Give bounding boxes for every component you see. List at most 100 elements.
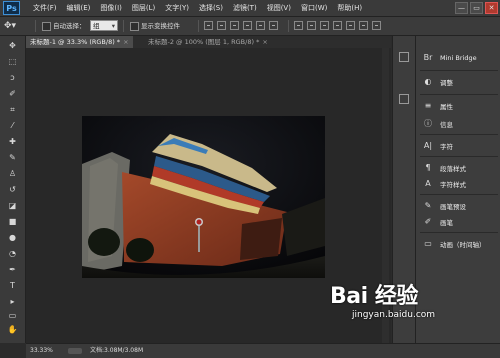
brush-presets-icon: ✎ (424, 201, 432, 210)
tab-label: 未标题-1 @ 33.3% (RGB/8) * (30, 38, 121, 46)
menu-filter[interactable]: 滤镜(T) (228, 0, 262, 16)
quick-select-tool-icon[interactable]: ✐ (6, 88, 19, 99)
distribute-hcenter-icon[interactable] (346, 21, 355, 30)
auto-select-checkbox[interactable] (42, 22, 51, 31)
menu-image[interactable]: 图像(I) (95, 0, 127, 16)
close-tab-icon[interactable]: × (262, 38, 267, 46)
options-bar: ✥▾ 自动选择： 组 显示变换控件 (0, 17, 500, 36)
properties-icon: ≡ (424, 101, 432, 110)
dodge-tool-icon[interactable]: ◔ (6, 248, 19, 259)
path-select-tool-icon[interactable]: ▸ (6, 296, 19, 307)
type-tool-icon[interactable]: T (6, 280, 19, 291)
panel-info[interactable]: ⓘ 信息 (416, 116, 500, 132)
tools-panel: ✥ ⬚ ↄ ✐ ⌗ ⁄ ✚ ✎ ♙ ↺ ◪ ■ ● ◔ ✒ T ▸ ▭ ✋ (0, 36, 26, 343)
panel-mini-bridge[interactable]: Br Mini Bridge (416, 50, 500, 66)
eraser-tool-icon[interactable]: ◪ (6, 200, 19, 211)
tab-document-1[interactable]: 未标题-1 @ 33.3% (RGB/8) * × (26, 36, 133, 48)
timeline-icon: ▭ (424, 239, 432, 248)
blur-tool-icon[interactable]: ● (6, 232, 19, 243)
document-size-info: 文档:3.08M/3.08M (90, 347, 144, 354)
move-tool-icon[interactable]: ✥ (6, 40, 19, 51)
menu-help[interactable]: 帮助(H) (332, 0, 367, 16)
distribute-bottom-icon[interactable] (320, 21, 329, 30)
auto-align-icon[interactable] (372, 21, 381, 30)
divider (420, 94, 498, 95)
divider (420, 134, 498, 135)
history-panel-icon[interactable] (399, 52, 409, 62)
close-tab-icon[interactable]: × (123, 38, 128, 46)
distribute-right-icon[interactable] (359, 21, 368, 30)
pen-tool-icon[interactable]: ✒ (6, 264, 19, 275)
distribute-buttons (294, 21, 381, 30)
align-left-icon[interactable] (243, 21, 252, 30)
lasso-tool-icon[interactable]: ↄ (6, 72, 19, 83)
swatches-panel-icon[interactable] (399, 94, 409, 104)
panel-label: 调整 (440, 79, 453, 87)
tab-label: 未标题-2 @ 100% (图层 1, RGB/8) * (148, 38, 260, 46)
panel-label: 信息 (440, 121, 453, 129)
panel-timeline[interactable]: ▭ 动画（时间轴） (416, 236, 500, 252)
brush-tool-icon[interactable]: ✎ (6, 152, 19, 163)
panel-label: 画笔 (440, 219, 453, 227)
close-button[interactable]: ✕ (485, 2, 498, 14)
brush-icon: ✐ (424, 217, 432, 226)
menu-type[interactable]: 文字(Y) (160, 0, 194, 16)
status-toggle[interactable] (68, 348, 82, 354)
document-image[interactable] (82, 116, 325, 278)
align-bottom-icon[interactable] (230, 21, 239, 30)
clone-stamp-tool-icon[interactable]: ♙ (6, 168, 19, 179)
align-hcenter-icon[interactable] (256, 21, 265, 30)
eyedropper-tool-icon[interactable]: ⁄ (6, 120, 19, 131)
character-icon: A| (423, 141, 433, 150)
panel-brush[interactable]: ✐ 画笔 (416, 214, 500, 230)
divider (420, 232, 498, 233)
show-transform-checkbox[interactable] (130, 22, 139, 31)
crop-tool-icon[interactable]: ⌗ (6, 104, 19, 115)
menu-view[interactable]: 视图(V) (262, 0, 296, 16)
panel-character-styles[interactable]: A 字符样式 (416, 176, 500, 192)
panel-properties[interactable]: ≡ 属性 (416, 98, 500, 114)
adjustments-icon: ◐ (424, 77, 432, 86)
show-transform-label: 显示变换控件 (141, 22, 180, 30)
restore-button[interactable]: ▭ (470, 2, 483, 14)
history-brush-tool-icon[interactable]: ↺ (6, 184, 19, 195)
panel-brush-presets[interactable]: ✎ 画笔预设 (416, 198, 500, 214)
panel-label: 段落样式 (440, 165, 466, 173)
menu-window[interactable]: 窗口(W) (296, 0, 332, 16)
zoom-level[interactable]: 33.33% (30, 346, 53, 356)
panel-paragraph-styles[interactable]: ¶ 段落样式 (416, 160, 500, 176)
menu-bar: Ps 文件(F) 编辑(E) 图像(I) 图层(L) 文字(Y) 选择(S) 滤… (0, 0, 500, 17)
align-right-icon[interactable] (269, 21, 278, 30)
hand-tool-icon[interactable]: ✋ (6, 324, 19, 335)
menu-file[interactable]: 文件(F) (28, 0, 62, 16)
mini-bridge-icon: Br (423, 53, 433, 62)
divider (420, 70, 498, 71)
tab-document-2[interactable]: 未标题-2 @ 100% (图层 1, RGB/8) * × (144, 36, 272, 48)
window-controls: — ▭ ✕ (455, 2, 498, 14)
align-vcenter-icon[interactable] (217, 21, 226, 30)
align-buttons (204, 21, 278, 30)
panel-character[interactable]: A| 字符 (416, 138, 500, 154)
distribute-vcenter-icon[interactable] (307, 21, 316, 30)
move-tool-preset-icon[interactable]: ✥▾ (4, 20, 30, 32)
divider (198, 20, 199, 32)
healing-brush-tool-icon[interactable]: ✚ (6, 136, 19, 147)
menu-edit[interactable]: 编辑(E) (62, 0, 96, 16)
menu-select[interactable]: 选择(S) (194, 0, 228, 16)
auto-select-dropdown[interactable]: 组 (90, 20, 118, 32)
minimize-button[interactable]: — (455, 2, 468, 14)
distribute-left-icon[interactable] (333, 21, 342, 30)
menu-layer[interactable]: 图层(L) (127, 0, 160, 16)
distribute-top-icon[interactable] (294, 21, 303, 30)
panel-label: 画笔预设 (440, 203, 466, 211)
panel-label: 属性 (440, 103, 453, 111)
watermark-url: jingyan.baidu.com (352, 310, 436, 320)
panel-adjustments[interactable]: ◐ 调整 (416, 74, 500, 90)
shape-tool-icon[interactable]: ▭ (6, 310, 19, 321)
divider (123, 20, 124, 32)
menu-items: 文件(F) 编辑(E) 图像(I) 图层(L) 文字(Y) 选择(S) 滤镜(T… (28, 0, 367, 16)
divider (35, 20, 36, 32)
align-top-icon[interactable] (204, 21, 213, 30)
gradient-tool-icon[interactable]: ■ (6, 216, 19, 227)
marquee-tool-icon[interactable]: ⬚ (6, 56, 19, 67)
